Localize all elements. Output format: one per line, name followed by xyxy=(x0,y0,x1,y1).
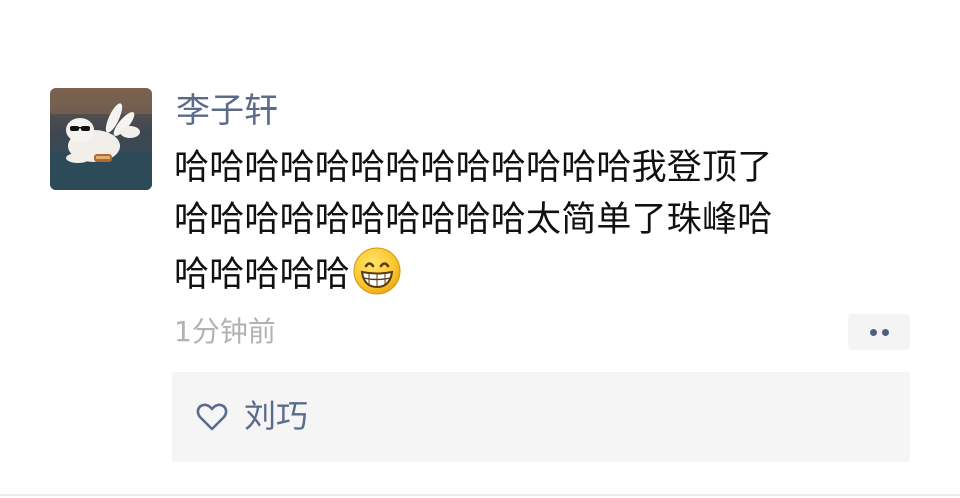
two-dots-icon xyxy=(870,329,877,336)
content-line: 哈哈哈哈哈哈哈哈哈哈哈哈哈我登顶了 xyxy=(174,148,773,188)
heart-outline-icon xyxy=(196,403,228,431)
content-line: 哈哈哈哈哈哈哈哈哈哈太简单了珠峰哈 xyxy=(174,200,773,240)
post-content: 哈哈哈哈哈哈哈哈哈哈哈哈哈我登顶了 哈哈哈哈哈哈哈哈哈哈太简单了珠峰哈 哈哈哈哈… xyxy=(174,142,894,301)
avatar[interactable] xyxy=(50,88,152,190)
liker-name[interactable]: 刘巧 xyxy=(244,394,308,438)
grinning-face-emoji-icon xyxy=(352,246,402,296)
moments-post: 李子轩 哈哈哈哈哈哈哈哈哈哈哈哈哈我登顶了 哈哈哈哈哈哈哈哈哈哈太简单了珠峰哈 … xyxy=(0,0,960,498)
post-timestamp: 1分钟前 xyxy=(174,315,276,348)
content-line-text: 哈哈哈哈哈 xyxy=(174,255,351,295)
two-dots-icon-dot xyxy=(882,329,889,336)
more-actions-button[interactable] xyxy=(848,314,910,350)
username[interactable]: 李子轩 xyxy=(176,88,278,134)
divider xyxy=(0,494,960,496)
content-line-last: 哈哈哈哈哈 xyxy=(174,246,894,301)
likes-panel: 刘巧 xyxy=(172,372,910,462)
